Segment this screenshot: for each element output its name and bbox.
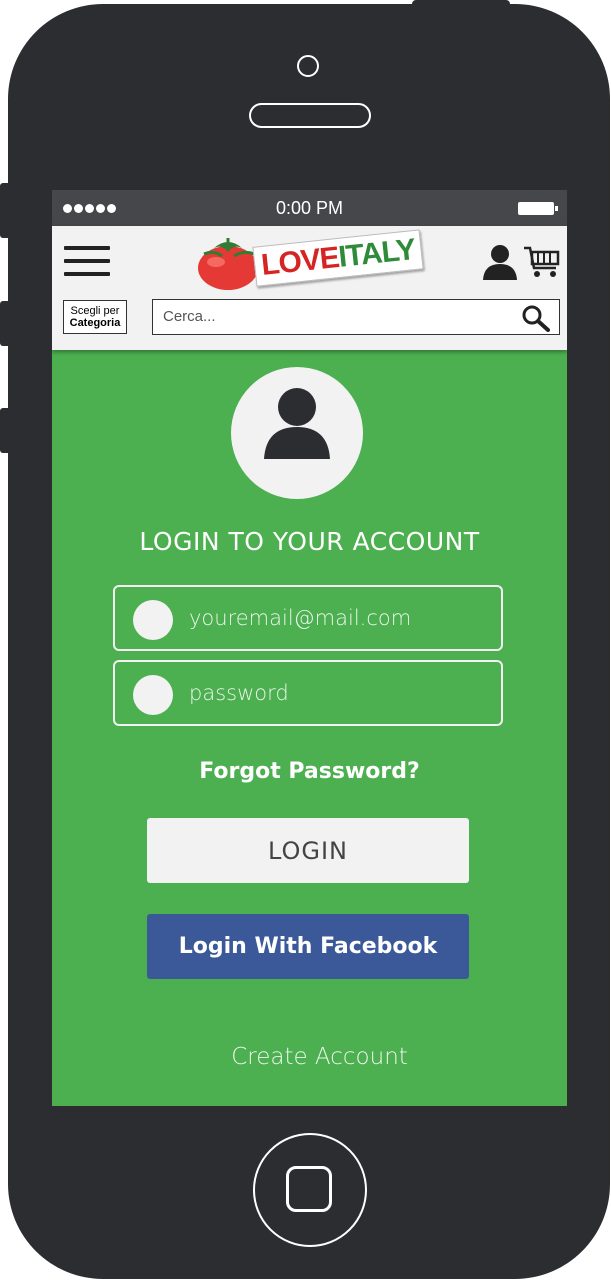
avatar — [231, 367, 363, 499]
facebook-login-button[interactable]: Login With Facebook — [147, 914, 469, 979]
search-bar — [152, 299, 560, 335]
status-time: 0:00 PM — [275, 198, 344, 218]
app-logo[interactable]: LOVEITALY — [194, 229, 425, 296]
volume-down-button — [0, 408, 10, 453]
login-button[interactable]: LOGIN — [147, 818, 469, 883]
home-square-icon — [286, 1166, 332, 1212]
login-title: LOGIN TO YOUR ACCOUNT — [139, 527, 480, 556]
create-account-row: Create Account — [52, 1044, 567, 1070]
front-camera — [297, 55, 319, 77]
user-icon[interactable] — [482, 244, 518, 280]
user-avatar-icon — [264, 388, 330, 459]
category-button[interactable]: Scegli per Categoria — [63, 300, 127, 334]
logo-text: LOVEITALY — [252, 229, 425, 287]
logo-italy: ITALY — [336, 233, 417, 274]
logo-love: LOVE — [259, 241, 341, 282]
forgot-password-link[interactable]: Forgot Password? — [52, 759, 567, 784]
search-icon[interactable] — [521, 304, 551, 332]
earpiece-speaker — [249, 103, 371, 128]
create-account-link[interactable]: Create Account — [231, 1044, 408, 1070]
email-icon — [133, 600, 173, 640]
menu-icon[interactable] — [64, 246, 110, 278]
battery-icon — [518, 202, 558, 215]
mute-switch — [0, 183, 10, 238]
tomato-icon — [198, 238, 258, 290]
category-line1: Scegli per — [70, 305, 120, 317]
cart-icon[interactable] — [523, 244, 561, 280]
password-field — [113, 660, 503, 726]
password-input[interactable] — [189, 681, 489, 705]
password-icon — [133, 675, 173, 715]
power-button — [412, 0, 510, 10]
email-field — [113, 585, 503, 651]
app-header: LOVEITALY Scegli per Categoria — [52, 226, 567, 350]
category-line2: Categoria — [69, 317, 121, 329]
phone-screen: 0:00 PM LOVEITALY Scegli per Categoria C… — [52, 190, 567, 1106]
email-input[interactable] — [189, 606, 489, 630]
status-bar: 0:00 PM — [52, 190, 567, 226]
volume-up-button — [0, 301, 10, 346]
search-input[interactable] — [163, 308, 503, 325]
